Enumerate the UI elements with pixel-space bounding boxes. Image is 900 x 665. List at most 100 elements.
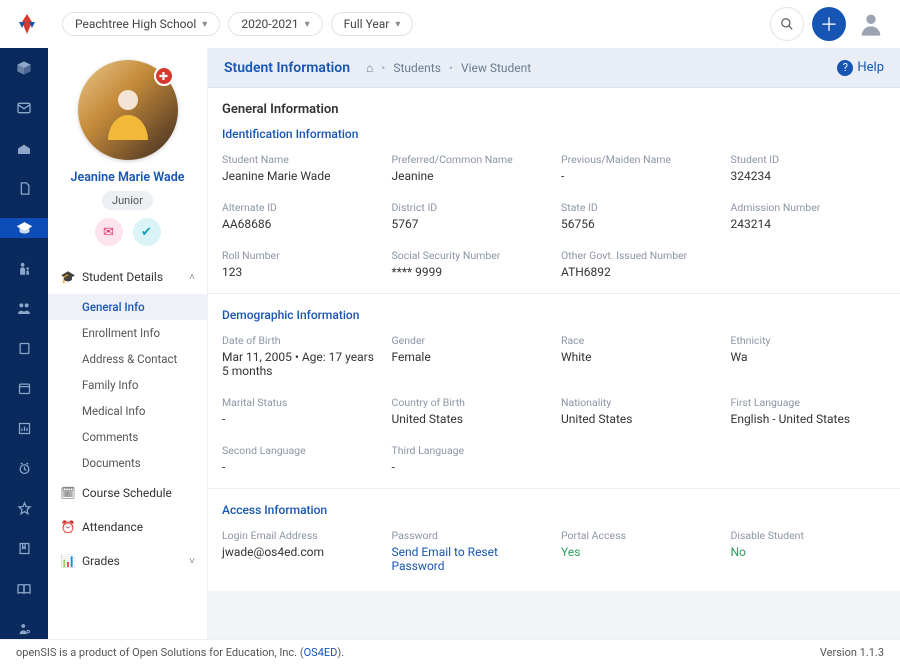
student-name: Jeanine Marie Wade <box>71 170 185 185</box>
field-alt-id: Alternate IDAA68686 <box>222 201 378 231</box>
year-selector[interactable]: 2020-2021 ▾ <box>228 12 322 36</box>
home-icon[interactable]: ⌂ <box>366 61 373 75</box>
field-govt-number: Other Govt. Issued NumberATH6892 <box>561 249 717 279</box>
rail-admin[interactable] <box>0 619 48 639</box>
field-cob: Country of BirthUnited States <box>392 396 548 426</box>
submenu-address-contact[interactable]: Address & Contact <box>48 346 207 372</box>
rail-reports[interactable] <box>0 419 48 439</box>
help-link[interactable]: ? Help <box>837 60 884 76</box>
rail-students[interactable] <box>0 218 48 238</box>
app-logo <box>12 9 42 39</box>
bar-chart-icon <box>17 421 32 436</box>
clock-icon <box>17 461 32 476</box>
rail-star[interactable] <box>0 499 48 519</box>
field-disable-student: Disable StudentNo <box>731 529 887 573</box>
clock-icon: ⏰ <box>60 520 76 534</box>
field-third-language: Third Language- <box>392 444 548 474</box>
graduation-cap-icon <box>16 220 33 237</box>
rail-calendar[interactable] <box>0 379 48 399</box>
breadcrumb-item[interactable]: Students <box>393 61 441 75</box>
bookmark-book-icon <box>17 541 32 556</box>
calendar-icon <box>17 381 32 396</box>
person-icon <box>98 80 158 140</box>
page-title: Student Information <box>224 60 350 76</box>
attendance-link[interactable]: ⏰ Attendance <box>48 510 207 544</box>
field-district-id: District ID5767 <box>392 201 548 231</box>
user-icon <box>857 10 885 38</box>
mail-icon: ✉ <box>103 225 114 240</box>
submenu-medical-info[interactable]: Medical Info <box>48 398 207 424</box>
chevron-down-icon: ▾ <box>202 19 207 30</box>
side-panel: ✚ Jeanine Marie Wade Junior ✉ ✔ 🎓 Studen… <box>48 48 208 639</box>
rail-parents[interactable] <box>0 258 48 278</box>
breadcrumb-item: View Student <box>461 61 531 75</box>
field-login-email: Login Email Addressjwade@os4ed.com <box>222 529 378 573</box>
parent-child-icon <box>17 261 32 276</box>
school-name: Peachtree High School <box>75 17 196 31</box>
field-ethnicity: EthnicityWa <box>731 334 887 378</box>
field-gender: GenderFemale <box>392 334 548 378</box>
mail-icon <box>16 100 32 116</box>
cube-icon <box>16 60 32 76</box>
submenu-label: Attendance <box>82 520 143 534</box>
student-avatar: ✚ <box>78 60 178 160</box>
field-second-language: Second Language- <box>222 444 378 474</box>
rail-book[interactable] <box>0 338 48 358</box>
submenu-label: Student Details <box>82 270 163 284</box>
field-portal-access: Portal AccessYes <box>561 529 717 573</box>
submenu-label: Grades <box>82 554 120 568</box>
course-schedule-link[interactable]: 🗓 Course Schedule <box>48 476 207 510</box>
people-icon <box>16 300 32 316</box>
rail-dashboard[interactable] <box>0 58 48 78</box>
building-icon <box>16 140 32 156</box>
field-state-id: State ID56756 <box>561 201 717 231</box>
field-admission-number: Admission Number243214 <box>731 201 887 231</box>
help-icon: ? <box>837 60 853 76</box>
term-selector[interactable]: Full Year ▾ <box>331 12 414 36</box>
reset-password-link[interactable]: Send Email to Reset Password <box>392 545 548 573</box>
card-title: General Information <box>222 102 886 117</box>
section-identification: Identification Information <box>222 127 886 141</box>
field-marital: Marital Status- <box>222 396 378 426</box>
school-selector[interactable]: Peachtree High School ▾ <box>62 12 220 36</box>
grades-toggle[interactable]: 📊 Grades ˅ <box>48 544 207 578</box>
submenu-family-info[interactable]: Family Info <box>48 372 207 398</box>
content-header: Student Information ⌂ • Students • View … <box>208 48 900 88</box>
star-icon <box>17 501 32 516</box>
version-label: Version 1.1.3 <box>820 646 884 659</box>
breadcrumb: ⌂ • Students • View Student <box>366 61 531 75</box>
submenu-comments[interactable]: Comments <box>48 424 207 450</box>
term-value: Full Year <box>344 17 390 31</box>
rail-open-book[interactable] <box>0 579 48 599</box>
rail-time[interactable] <box>0 459 48 479</box>
submenu-documents[interactable]: Documents <box>48 450 207 476</box>
field-ssn: Social Security Number**** 9999 <box>392 249 548 279</box>
user-menu[interactable] <box>854 7 888 41</box>
rail-library[interactable] <box>0 539 48 559</box>
email-student-button[interactable]: ✉ <box>95 218 123 246</box>
rail-staff[interactable] <box>0 298 48 318</box>
rail-document[interactable] <box>0 178 48 198</box>
search-button[interactable] <box>770 7 804 41</box>
plus-icon: ＋ <box>820 11 838 37</box>
rail-mail[interactable] <box>0 98 48 118</box>
submenu-general-info[interactable]: General Info <box>48 294 207 320</box>
rail-school[interactable] <box>0 138 48 158</box>
footer-text: openSIS is a product of Open Solutions f… <box>16 646 344 659</box>
submenu-label: Course Schedule <box>82 486 172 500</box>
chevron-up-icon: ˄ <box>189 272 195 283</box>
submenu-enrollment-info[interactable]: Enrollment Info <box>48 320 207 346</box>
footer: openSIS is a product of Open Solutions f… <box>0 639 900 665</box>
field-nationality: NationalityUnited States <box>561 396 717 426</box>
field-password: PasswordSend Email to Reset Password <box>392 529 548 573</box>
year-value: 2020-2021 <box>241 17 298 31</box>
student-details-toggle[interactable]: 🎓 Student Details ˄ <box>48 260 207 294</box>
os4ed-link[interactable]: OS4ED <box>304 646 338 659</box>
student-profile-card: ✚ Jeanine Marie Wade Junior ✉ ✔ <box>48 48 207 254</box>
open-book-icon <box>16 581 32 597</box>
nav-rail <box>0 48 48 639</box>
verify-student-button[interactable]: ✔ <box>133 218 161 246</box>
general-info-card: General Information Identification Infor… <box>208 88 900 591</box>
add-button[interactable]: ＋ <box>812 7 846 41</box>
content-area: Student Information ⌂ • Students • View … <box>208 48 900 639</box>
